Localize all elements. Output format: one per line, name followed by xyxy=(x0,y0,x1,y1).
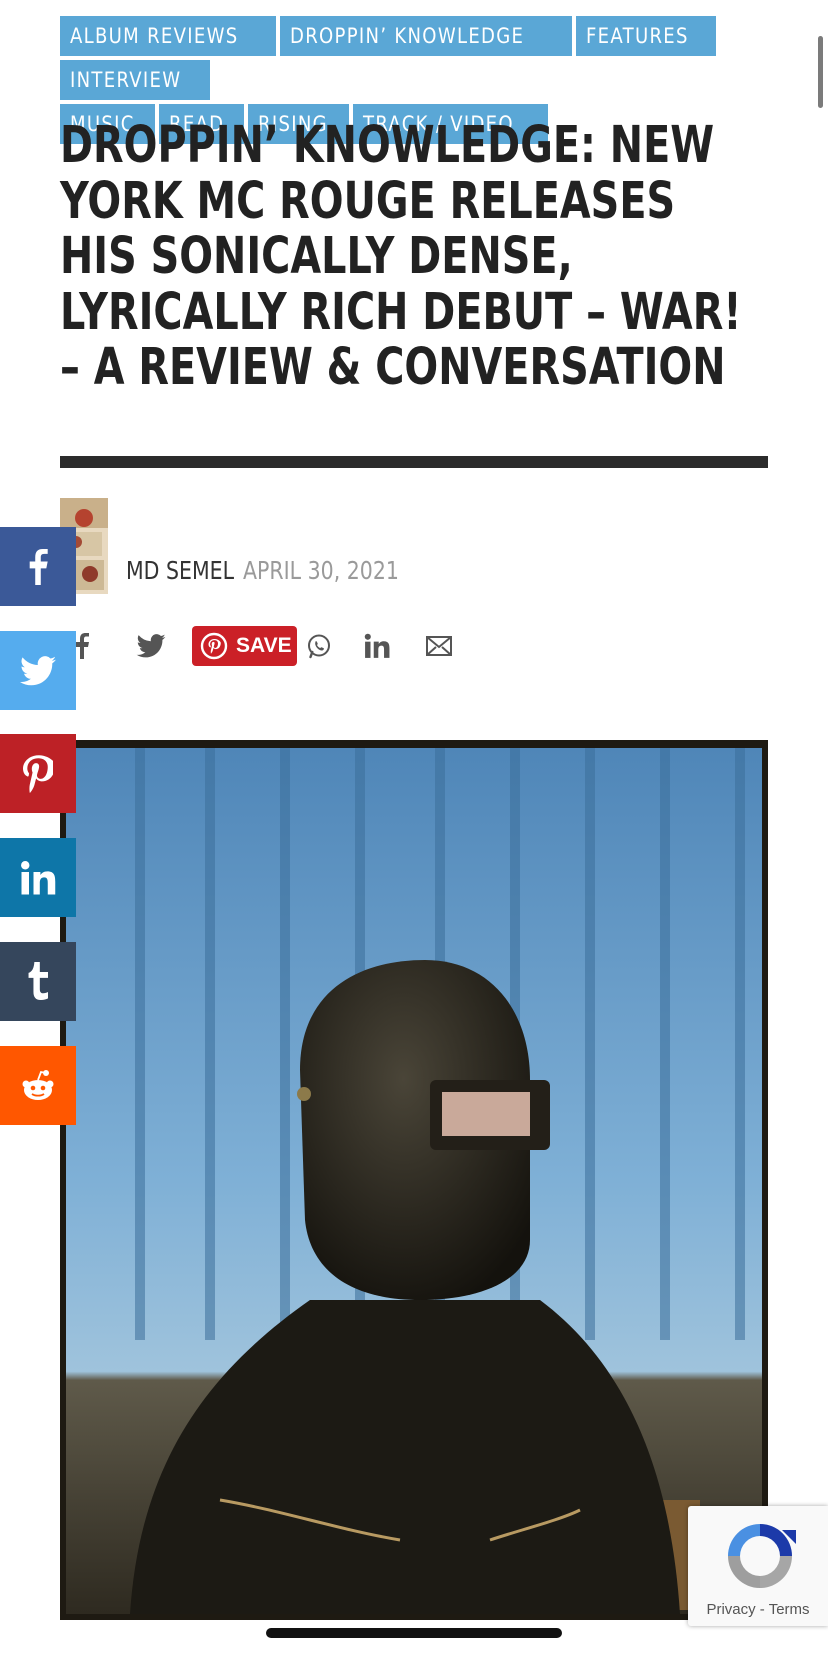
recaptcha-terms-link[interactable]: Terms xyxy=(769,1601,810,1618)
hero-image xyxy=(60,740,768,1620)
email-icon[interactable] xyxy=(422,624,456,668)
home-indicator[interactable] xyxy=(266,1628,562,1638)
recaptcha-privacy-link[interactable]: Privacy xyxy=(706,1601,755,1618)
pinterest-icon xyxy=(200,632,228,660)
pinterest-save-button[interactable]: SAVE xyxy=(192,626,297,666)
twitter-icon[interactable] xyxy=(134,624,168,668)
tumblr-icon xyxy=(28,961,48,1000)
reddit-icon xyxy=(22,1069,54,1100)
pinterest-icon xyxy=(23,754,53,793)
floating-facebook-button[interactable] xyxy=(0,527,76,606)
page-scrollbar[interactable] xyxy=(818,36,823,108)
save-label: SAVE xyxy=(236,634,292,657)
floating-tumblr-button[interactable] xyxy=(0,942,76,1021)
recaptcha-icon xyxy=(728,1524,796,1588)
tag-droppin-knowledge[interactable]: DROPPIN’ KNOWLEDGE xyxy=(279,16,573,56)
publish-date: APRIL 30, 2021 xyxy=(243,556,399,585)
floating-reddit-button[interactable] xyxy=(0,1046,76,1125)
welding-mask-photo xyxy=(66,748,762,1614)
author-name[interactable]: MD SEMEL xyxy=(126,556,258,585)
recaptcha-separator: - xyxy=(759,1601,765,1618)
linkedin-icon xyxy=(21,860,56,894)
headline-divider xyxy=(60,456,768,468)
floating-twitter-button[interactable] xyxy=(0,631,76,710)
recaptcha-badge[interactable]: Privacy - Terms xyxy=(688,1506,828,1626)
inline-share-row: SAVE xyxy=(68,624,488,668)
headline-text: DROPPIN’ KNOWLEDGE: NEW YORK MC ROUGE RE… xyxy=(60,116,742,397)
facebook-icon xyxy=(29,548,48,585)
floating-pinterest-button[interactable] xyxy=(0,734,76,813)
tag-features[interactable]: FEATURES xyxy=(576,16,716,56)
tag-album-reviews[interactable]: ALBUM REVIEWS xyxy=(60,16,276,56)
tag-interview[interactable]: INTERVIEW xyxy=(60,60,210,100)
twitter-icon xyxy=(20,655,56,685)
article-headline: DROPPIN’ KNOWLEDGE: NEW YORK MC ROUGE RE… xyxy=(60,118,760,396)
floating-linkedin-button[interactable] xyxy=(0,838,76,917)
linkedin-icon[interactable] xyxy=(360,624,394,668)
whatsapp-icon[interactable] xyxy=(302,624,336,668)
recaptcha-links: Privacy - Terms xyxy=(688,1601,828,1618)
